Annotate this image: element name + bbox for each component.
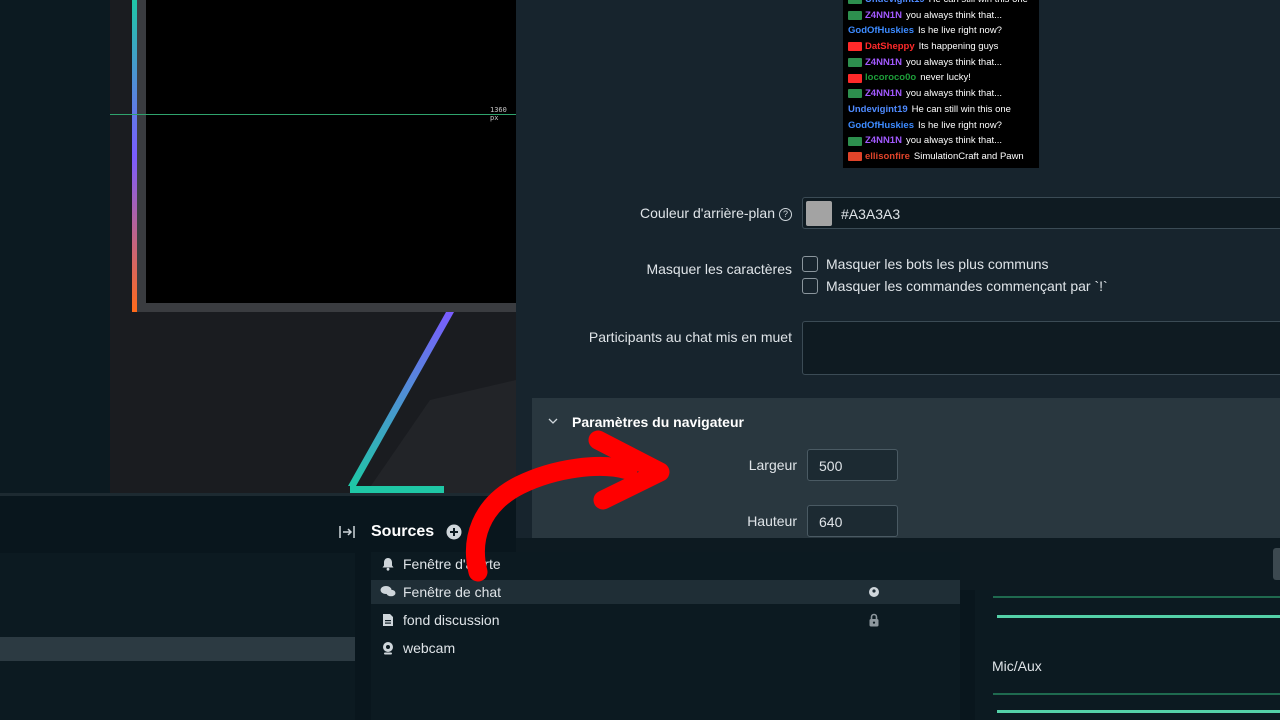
chevron-down-icon[interactable]	[548, 416, 558, 426]
source-item[interactable]: webcam	[371, 636, 960, 660]
chat-username: GodOfHuskies	[848, 119, 914, 131]
chat-badge-icon	[848, 42, 862, 52]
chat-badge-icon	[848, 152, 862, 162]
mic-aux-label: Mic/Aux	[992, 658, 1042, 674]
chat-preview: Undevigint19He can still win this oneZ4N…	[843, 0, 1039, 168]
color-value: #A3A3A3	[841, 206, 901, 222]
guide-line	[110, 114, 516, 115]
bell-icon	[380, 556, 396, 572]
sources-list: Fenêtre d'alerte Fenêtre de chat fond di…	[371, 552, 960, 720]
file-icon	[380, 612, 396, 628]
guide-px-label: 1360 px	[490, 106, 507, 122]
chat-badge-icon	[848, 11, 862, 21]
chat-text: you always think that...	[905, 9, 1003, 21]
chat-message: Z4NN1N you always think that...	[843, 8, 1039, 24]
hide-commands-option[interactable]: Masquer les commandes commençant par `!`	[802, 278, 1108, 294]
bg-color-label-wrap: Couleur d'arrière-plan?	[516, 205, 792, 221]
chat-message: Z4NN1N you always think that...	[843, 133, 1039, 149]
chat-message: Undevigint19He can still win this one	[843, 102, 1039, 118]
chat-message: GodOfHuskies Is he live right now?	[843, 23, 1039, 39]
chat-text: He can still win this one	[911, 103, 1011, 115]
mic-volume-slider[interactable]	[997, 710, 1280, 713]
browser-settings-section: Paramètres du navigateur Largeur 500 Hau…	[532, 398, 1280, 538]
chat-username: Undevigint19	[848, 103, 908, 115]
app-window: 1360 px Undevigint19He can still win thi…	[0, 0, 1280, 720]
scenes-list	[0, 553, 355, 720]
muted-users-input[interactable]	[802, 321, 1280, 375]
help-icon[interactable]: ?	[779, 208, 792, 221]
source-item[interactable]: Fenêtre d'alerte	[371, 552, 960, 576]
hide-bots-option[interactable]: Masquer les bots les plus communs	[802, 256, 1049, 272]
webcam-icon	[380, 640, 396, 656]
volume-slider[interactable]	[997, 615, 1280, 618]
lock-icon[interactable]	[868, 613, 880, 627]
chat-username: Z4NN1N	[865, 88, 902, 100]
source-item[interactable]: fond discussion	[371, 608, 960, 632]
chat-icon	[380, 584, 396, 600]
height-input[interactable]: 640	[807, 505, 898, 537]
hide-bots-label: Masquer les bots les plus communs	[826, 256, 1049, 272]
sources-title: Sources	[371, 523, 435, 540]
properties-panel: Couleur d'arrière-plan? #A3A3A3 Masquer …	[516, 170, 1280, 538]
chat-text: He can still win this one	[929, 0, 1028, 8]
color-swatch[interactable]	[806, 201, 832, 226]
source-label: Fenêtre d'alerte	[403, 556, 501, 572]
muted-users-label: Participants au chat mis en muet	[588, 329, 792, 345]
chat-message: Z4NN1N you always think that...	[843, 55, 1039, 71]
chat-username: Z4NN1N	[865, 9, 902, 21]
chat-username: GodOfHuskies	[848, 25, 914, 37]
chat-username: Undevigint19	[865, 0, 925, 8]
chat-text: you always think that...	[905, 56, 1003, 68]
chat-message: GodOfHuskies Is he live right now?	[843, 118, 1039, 134]
chat-text: Is he live right now?	[918, 25, 1002, 37]
bg-color-label: Couleur d'arrière-plan	[640, 205, 775, 221]
browser-settings-title[interactable]: Paramètres du navigateur	[572, 414, 744, 430]
chat-username: ellisonfire	[865, 150, 910, 162]
chat-text: SimulationCraft and Pawn	[913, 150, 1024, 162]
bg-color-picker[interactable]: #A3A3A3	[802, 197, 1280, 229]
chat-badge-icon	[848, 0, 862, 5]
visibility-icon[interactable]	[868, 585, 880, 599]
chat-badge-icon	[848, 58, 862, 68]
chat-text: never lucky!	[920, 72, 971, 84]
source-label: fond discussion	[403, 612, 500, 628]
preview-divider[interactable]	[0, 493, 516, 496]
volume-meter-bg	[993, 693, 1280, 695]
chat-message: Undevigint19 He can still win this one	[843, 0, 1039, 8]
chat-text: you always think that...	[905, 135, 1003, 147]
chat-message: DatSheppy Its happening guys	[843, 39, 1039, 55]
chat-message: locoroco0o never lucky!	[843, 70, 1039, 86]
chat-badge-icon	[848, 89, 862, 99]
width-label: Largeur	[748, 457, 797, 473]
hide-bots-checkbox[interactable]	[802, 256, 818, 272]
source-item-selected[interactable]: Fenêtre de chat	[371, 580, 960, 604]
audio-mixer: Mic/Aux	[975, 590, 1280, 720]
chat-badge-icon	[848, 136, 862, 146]
chat-text: you always think that...	[905, 88, 1003, 100]
add-source-icon[interactable]	[446, 524, 462, 540]
preview-canvas[interactable]: 1360 px	[110, 0, 516, 493]
chat-text: Its happening guys	[918, 41, 999, 53]
chat-message: ellisonfire SimulationCraft and Pawn	[843, 149, 1039, 165]
source-label: Fenêtre de chat	[403, 584, 502, 600]
width-input[interactable]: 500	[807, 449, 898, 481]
hide-commands-label: Masquer les commandes commençant par `!`	[826, 278, 1108, 294]
chat-badge-icon	[848, 73, 862, 83]
chat-text: Is he live right now?	[918, 119, 1002, 131]
hide-chars-label: Masquer les caractères	[646, 261, 792, 277]
height-label: Hauteur	[747, 513, 797, 529]
hide-commands-checkbox[interactable]	[802, 278, 818, 294]
overlay-decoration	[132, 0, 516, 493]
chat-username: Z4NN1N	[865, 135, 902, 147]
chat-username: Z4NN1N	[865, 56, 902, 68]
chat-message: Z4NN1N you always think that...	[843, 86, 1039, 102]
source-label: webcam	[403, 640, 456, 656]
volume-meter-bg	[993, 596, 1280, 598]
collapse-icon[interactable]	[338, 523, 356, 541]
done-button[interactable]	[1273, 548, 1280, 580]
chat-username: DatSheppy	[865, 41, 915, 53]
scene-row-selected[interactable]	[0, 637, 355, 661]
chat-username: locoroco0o	[865, 72, 917, 84]
